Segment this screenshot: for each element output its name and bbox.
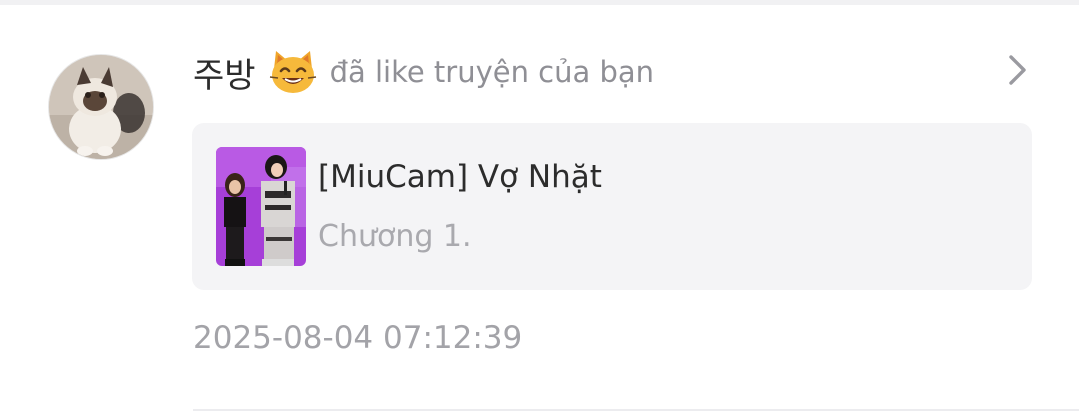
username[interactable]: 주방 [193,48,256,97]
story-cover-image [216,147,306,266]
story-chapter: Chương 1. [318,219,472,254]
notification-timestamp: 2025-08-04 07:12:39 [193,320,523,356]
notification-header[interactable]: 주방 đã like truyện của bạn [193,44,654,100]
story-card[interactable]: [MiuCam] Vợ Nhặt Chương 1. [192,123,1032,290]
story-title[interactable]: [MiuCam] Vợ Nhặt [318,159,602,195]
row-divider [193,409,1079,411]
user-avatar[interactable] [49,55,153,159]
top-separator-strip [0,0,1079,5]
cat-smiling-face-icon [268,49,318,95]
chevron-right-icon[interactable] [1005,53,1031,87]
cat-avatar-icon [49,55,153,159]
notification-action-text: đã like truyện của bạn [329,55,655,89]
